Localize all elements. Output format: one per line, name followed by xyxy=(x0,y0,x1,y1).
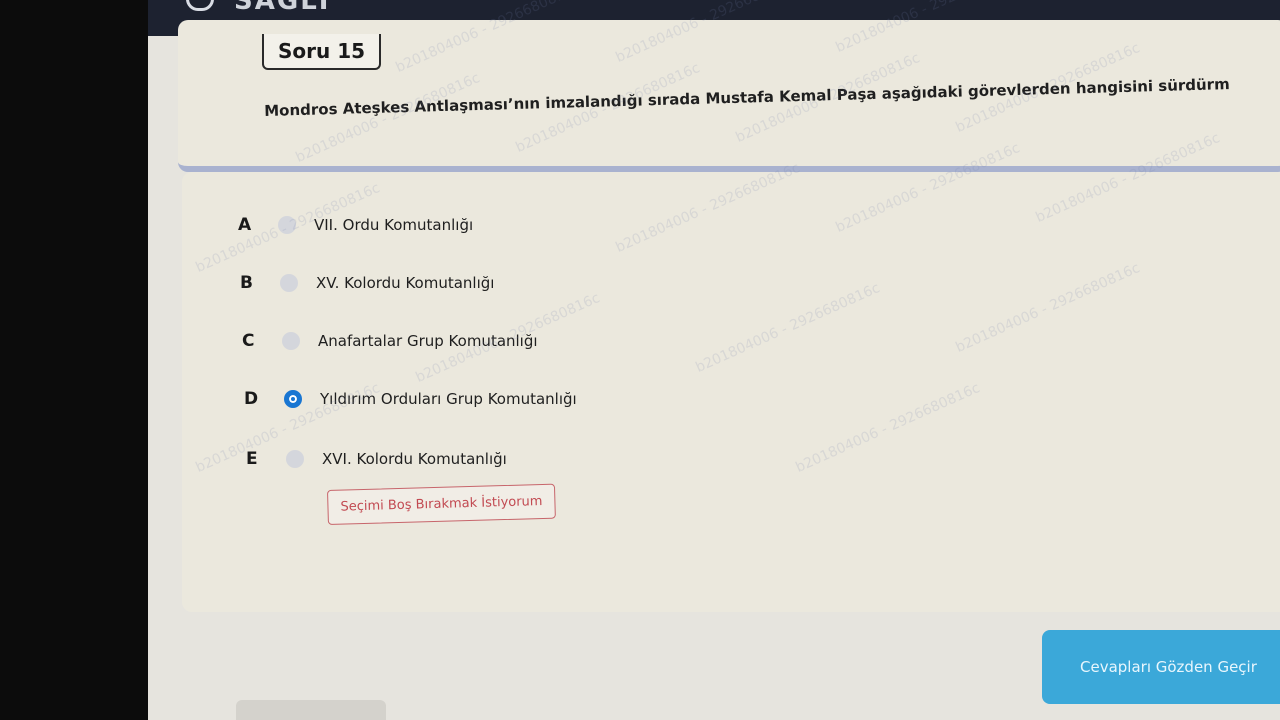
radio-icon[interactable] xyxy=(286,450,304,468)
question-text: Mondros Ateşkes Antlaşması’nın imzalandı… xyxy=(264,75,1230,120)
exam-screen: SAGLI Soru 15 Mondros Ateşkes Antlaşması… xyxy=(148,0,1280,720)
option-e[interactable]: E XVI. Kolordu Komutanlığı xyxy=(246,444,507,474)
review-answers-button[interactable]: Cevapları Gözden Geçir xyxy=(1042,630,1280,704)
option-c[interactable]: C Anafartalar Grup Komutanlığı xyxy=(242,326,538,356)
brand-logo: SAGLI xyxy=(234,0,331,16)
radio-icon[interactable] xyxy=(280,274,298,292)
option-a[interactable]: A VII. Ordu Komutanlığı xyxy=(238,210,473,240)
radio-icon[interactable] xyxy=(282,332,300,350)
option-letter: C xyxy=(242,331,255,351)
option-d[interactable]: D Yıldırım Orduları Grup Komutanlığı xyxy=(244,384,577,414)
option-letter: E xyxy=(246,449,258,469)
option-label: XV. Kolordu Komutanlığı xyxy=(316,274,495,292)
question-card: Soru 15 Mondros Ateşkes Antlaşması’nın i… xyxy=(178,20,1280,172)
option-label: Anafartalar Grup Komutanlığı xyxy=(318,332,538,350)
radio-selected-icon[interactable] xyxy=(284,390,302,408)
leave-blank-button[interactable]: Seçimi Boş Bırakmak İstiyorum xyxy=(327,483,556,525)
options-card: A VII. Ordu Komutanlığı B XV. Kolordu Ko… xyxy=(182,172,1280,612)
option-b[interactable]: B XV. Kolordu Komutanlığı xyxy=(240,268,494,298)
option-label: VII. Ordu Komutanlığı xyxy=(314,216,474,234)
option-label: XVI. Kolordu Komutanlığı xyxy=(322,450,507,468)
option-letter: A xyxy=(238,215,252,235)
option-letter: B xyxy=(240,273,253,293)
radio-icon[interactable] xyxy=(278,216,296,234)
option-label: Yıldırım Orduları Grup Komutanlığı xyxy=(320,390,577,408)
question-number-tab: Soru 15 xyxy=(262,34,382,70)
bottom-placeholder xyxy=(236,700,386,720)
option-letter: D xyxy=(244,389,259,409)
logo-icon xyxy=(186,0,214,11)
